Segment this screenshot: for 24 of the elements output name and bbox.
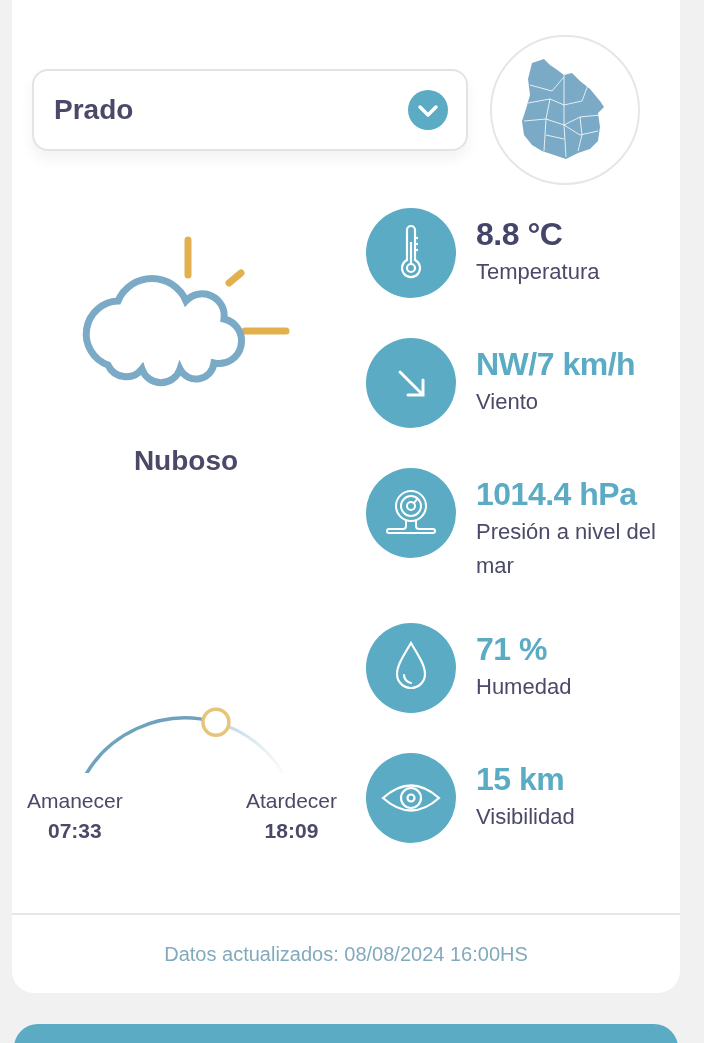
metric-value: NW/7 km/h: [476, 346, 637, 383]
location-select[interactable]: Prado: [32, 69, 468, 151]
arrow-icon: [398, 370, 425, 397]
map-button[interactable]: [490, 35, 640, 185]
gauge-icon: [386, 490, 436, 534]
metric-label: Temperatura: [476, 258, 601, 286]
sunset-time: 18:09: [264, 819, 319, 843]
updated-text: Datos actualizados: 08/08/2024 16:00HS: [164, 942, 528, 966]
eye-icon: [381, 784, 441, 812]
metric-value: 1014.4 hPa: [476, 476, 639, 513]
metric-label: Visibilidad: [476, 803, 576, 831]
metric-label: Humedad: [476, 673, 573, 701]
metric-label: Presión a nivel del mar: [476, 518, 656, 580]
sunset-label: Atardecer: [245, 789, 337, 813]
thermometer-icon: [400, 224, 422, 279]
sunrise-time: 07:33: [48, 819, 102, 843]
metric-value: 8.8 °C: [476, 216, 564, 253]
sunrise-label: Amanecer: [27, 789, 123, 813]
condition-label: Nuboso: [133, 445, 239, 477]
metric-label: Viento: [476, 388, 539, 416]
metric-value: 71 %: [476, 631, 548, 668]
drop-icon: [395, 641, 427, 690]
chevron-down-icon: [408, 90, 448, 130]
metric-value: 15 km: [476, 761, 566, 798]
